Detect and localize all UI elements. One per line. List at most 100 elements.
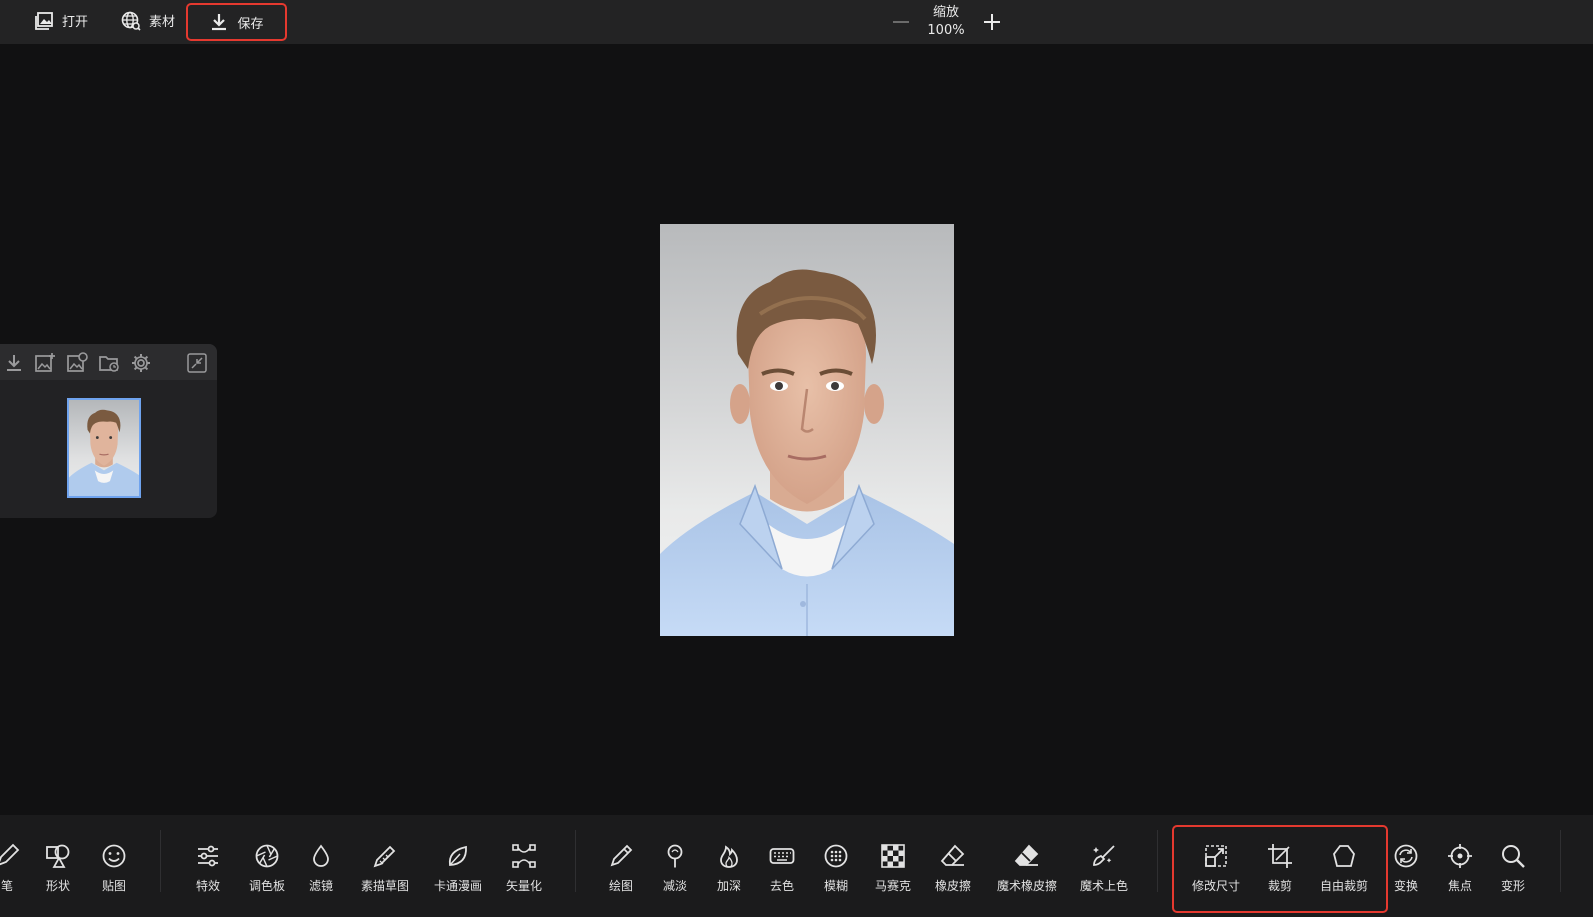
free-crop-pentagon-icon [1333, 845, 1355, 867]
tool-shapes[interactable]: 形状 [40, 839, 76, 899]
globe-icon [121, 11, 141, 31]
eraser-icon [940, 844, 965, 866]
tool-deform[interactable]: 变形 [1499, 839, 1527, 899]
toolbar-divider [160, 830, 161, 892]
thumbnail-portrait [69, 409, 139, 496]
tool-resize[interactable]: 修改尺寸 [1188, 839, 1244, 899]
keyboard-desaturate-icon [769, 848, 795, 864]
top-toolbar: 打开 素材 保存 缩放 100% [0, 0, 1593, 44]
tool-sticker[interactable]: 贴图 [96, 839, 132, 899]
layers-panel [0, 344, 217, 518]
bottom-toolbar: 笔 形状 贴图 特效 调色板 滤镜 素描草图 卡通漫画 矢量化 绘图 减淡 加深… [0, 815, 1593, 917]
zoom-control: 缩放 100% [893, 0, 1000, 44]
draw-pencil-icon [610, 844, 633, 867]
tool-label: 裁剪 [1267, 879, 1292, 893]
tool-magic-color[interactable]: 魔术上色 [1076, 839, 1132, 899]
tool-label: 变形 [1500, 879, 1525, 893]
download-icon [212, 14, 227, 31]
pencil-sketch-icon [373, 845, 396, 868]
mosaic-checker-icon [881, 844, 905, 868]
layer-thumbnail[interactable] [67, 398, 141, 498]
tool-sketch[interactable]: 素描草图 [357, 839, 413, 899]
dodge-icon [667, 844, 683, 868]
tool-blur[interactable]: 模糊 [818, 839, 854, 899]
tool-label: 绘图 [608, 879, 633, 893]
tool-label: 特效 [195, 879, 220, 893]
vector-nodes-icon [512, 844, 536, 868]
transform-rotate-icon [1394, 844, 1418, 868]
resize-icon [1205, 845, 1227, 867]
tool-label: 魔术上色 [1079, 879, 1128, 893]
tool-cartoon[interactable]: 卡通漫画 [430, 839, 486, 899]
material-button[interactable]: 素材 [121, 4, 175, 37]
save-button[interactable]: 保存 [186, 3, 287, 41]
tool-label: 修改尺寸 [1191, 879, 1240, 893]
zoom-out-button[interactable] [893, 21, 909, 23]
tool-label: 去色 [769, 879, 794, 893]
zoom-readout: 缩放 100% [923, 4, 969, 40]
open-button[interactable]: 打开 [34, 4, 88, 37]
tool-palette[interactable]: 调色板 [243, 839, 291, 899]
tool-desaturate[interactable]: 去色 [764, 839, 800, 899]
blur-dots-icon [824, 844, 848, 868]
tool-label: 形状 [45, 879, 70, 893]
tool-effects[interactable]: 特效 [190, 839, 226, 899]
tool-draw[interactable]: 绘图 [603, 839, 639, 899]
shapes-icon [46, 844, 70, 868]
burn-flame-icon [720, 845, 738, 868]
focus-target-icon [1448, 844, 1472, 868]
open-label: 打开 [62, 15, 89, 30]
tool-transform[interactable]: 变换 [1392, 839, 1420, 899]
drop-filter-icon [313, 844, 329, 867]
tool-label: 贴图 [101, 879, 126, 893]
crop-icon [1268, 844, 1292, 868]
tool-pen[interactable]: 笔 [0, 839, 24, 899]
tool-label: 模糊 [823, 879, 848, 893]
toolbar-divider [1157, 830, 1158, 892]
layers-panel-toolbar [0, 344, 217, 380]
tool-eraser[interactable]: 橡皮擦 [931, 839, 975, 899]
tool-magic-eraser[interactable]: 魔术橡皮擦 [993, 839, 1061, 899]
folder-history-icon[interactable] [98, 352, 120, 374]
image-settings-icon[interactable] [66, 352, 88, 374]
tool-label: 焦点 [1447, 879, 1472, 893]
leaf-cartoon-icon [448, 845, 467, 866]
tool-crop[interactable]: 裁剪 [1262, 839, 1298, 899]
zoom-value: 100% [927, 23, 965, 38]
tool-dodge[interactable]: 减淡 [657, 839, 693, 899]
tool-label: 滤镜 [308, 879, 333, 893]
tool-label: 橡皮擦 [934, 879, 971, 893]
gear-icon[interactable] [130, 352, 152, 374]
zoom-in-button[interactable] [984, 14, 1000, 30]
tool-label: 自由裁剪 [1319, 879, 1368, 893]
portrait-illustration [660, 269, 954, 636]
tool-label: 减淡 [662, 879, 687, 893]
tool-label: 变换 [1393, 879, 1418, 893]
toolbar-divider [1560, 830, 1561, 892]
tool-label: 马赛克 [874, 879, 911, 893]
tool-free-crop[interactable]: 自由裁剪 [1316, 839, 1372, 899]
tool-mosaic[interactable]: 马赛克 [871, 839, 915, 899]
tool-vectorize[interactable]: 矢量化 [502, 839, 546, 899]
toolbar-divider [575, 830, 576, 892]
add-image-icon[interactable] [34, 352, 56, 374]
tool-label: 调色板 [248, 879, 285, 893]
magnifier-deform-icon [1502, 845, 1525, 868]
zoom-label: 缩放 [932, 5, 959, 20]
save-label: 保存 [237, 16, 264, 32]
tool-label: 魔术橡皮擦 [996, 879, 1057, 893]
tool-label: 矢量化 [505, 879, 542, 893]
tool-label: 卡通漫画 [433, 879, 482, 893]
smiley-sticker-icon [102, 844, 126, 868]
tool-filter[interactable]: 滤镜 [303, 839, 339, 899]
sliders-icon [198, 845, 218, 867]
magic-brush-icon [1093, 845, 1115, 866]
collapse-icon[interactable] [186, 352, 208, 374]
canvas-image[interactable] [660, 224, 954, 636]
tool-label: 加深 [716, 879, 741, 893]
tool-focus[interactable]: 焦点 [1446, 839, 1474, 899]
tool-burn[interactable]: 加深 [711, 839, 747, 899]
aperture-palette-icon [255, 844, 279, 868]
magic-eraser-icon [1014, 844, 1039, 866]
download-icon[interactable] [3, 352, 25, 374]
